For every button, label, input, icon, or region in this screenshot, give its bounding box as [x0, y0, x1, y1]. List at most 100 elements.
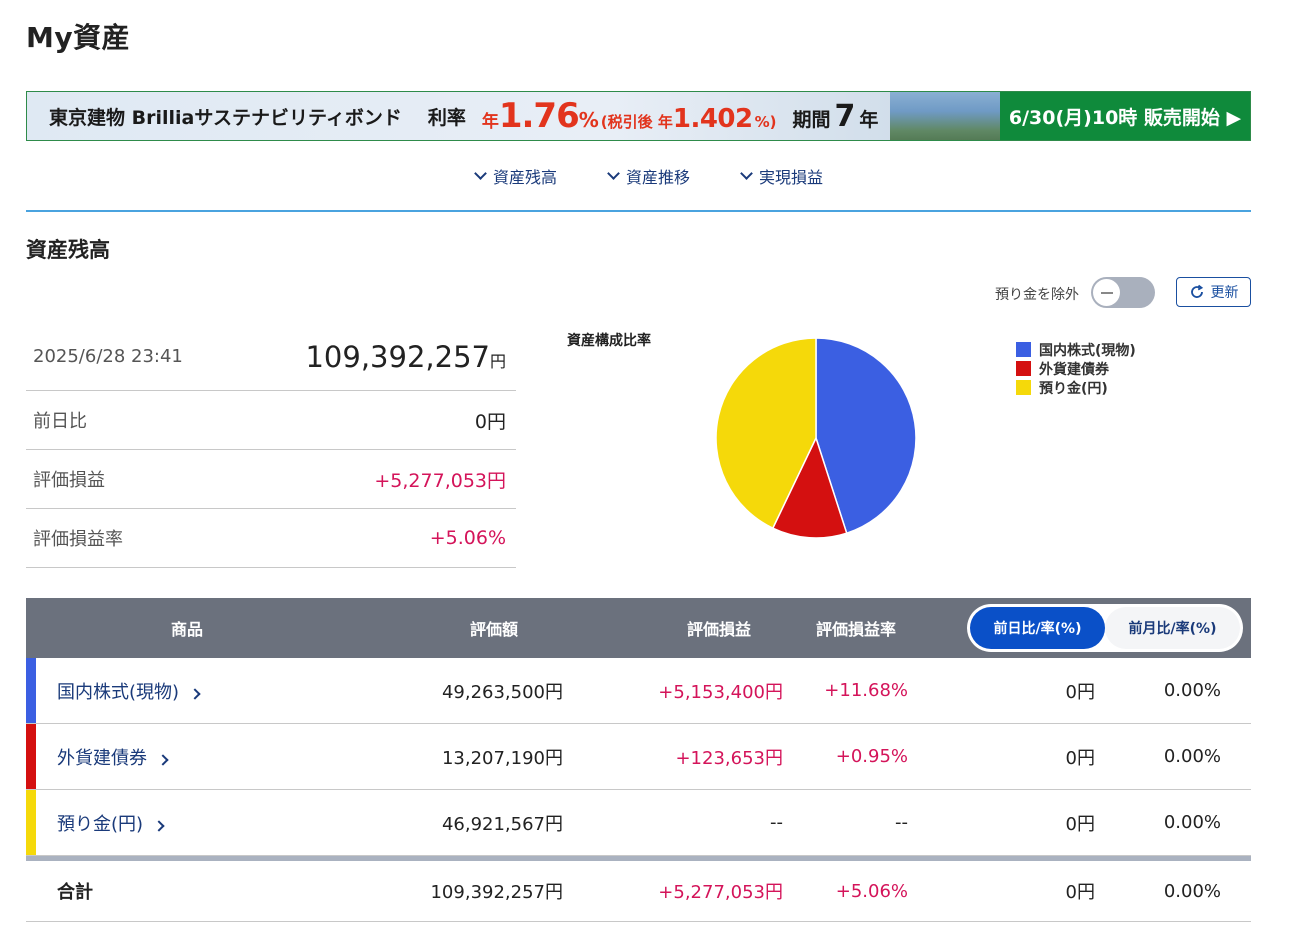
- row-pl: +123,653円: [675, 747, 783, 769]
- row-valuation: 46,921,567円: [441, 813, 563, 835]
- legend-item: 国内株式(現物): [1016, 340, 1136, 359]
- nav-link-trend[interactable]: 資産推移: [607, 158, 690, 194]
- row-change-rate: 0.00%: [1163, 680, 1221, 701]
- banner-main[interactable]: 東京建物 Brilliaサステナビリティボンド 利率 年 1.76 % (税引後…: [27, 92, 1000, 140]
- pie-chart: [715, 337, 917, 539]
- legend-swatch: [1016, 380, 1031, 395]
- total-pl-rate: +5.06%: [835, 880, 908, 902]
- row-valuation: 49,263,500円: [441, 681, 563, 703]
- toggle-knob: [1093, 279, 1120, 306]
- table-header: 商品 評価額 評価損益 評価損益率 前日比/率(%) 前月比/率(%): [26, 598, 1251, 658]
- header-valuation: 評価額: [470, 620, 519, 639]
- banner-term-unit: 年: [859, 108, 879, 131]
- legend-label: 外貨建債券: [1039, 361, 1109, 378]
- summary-row: 評価損益率 +5.06%: [26, 509, 516, 568]
- summary-total-unit: 円: [489, 351, 506, 371]
- legend-label: 預り金(円): [1039, 380, 1108, 397]
- legend-swatch: [1016, 342, 1031, 357]
- holdings-table: 商品 評価額 評価損益 評価損益率 前日比/率(%) 前月比/率(%) 国内株式…: [26, 598, 1251, 922]
- summary-label: 評価損益: [33, 470, 105, 491]
- table-row: 預り金(円) 46,921,567円 -- -- 0円 0.00%: [26, 790, 1251, 856]
- promo-banner[interactable]: 東京建物 Brilliaサステナビリティボンド 利率 年 1.76 % (税引後…: [26, 91, 1251, 141]
- row-product-name: 外貨建債券: [57, 747, 147, 769]
- row-color-bar: [26, 724, 36, 789]
- row-product-link[interactable]: 国内株式(現物): [57, 658, 201, 723]
- row-product-link[interactable]: 預り金(円): [57, 790, 165, 855]
- summary-value: +5,277,053円: [374, 469, 506, 492]
- summary-panel: 2025/6/28 23:41 109,392,257円 前日比 0円 評価損益…: [26, 323, 516, 568]
- legend-swatch: [1016, 361, 1031, 376]
- nav-link-label: 実現損益: [759, 168, 824, 187]
- chevron-right-icon: [157, 753, 169, 766]
- chevron-right-icon: [189, 687, 201, 700]
- summary-datetime: 2025/6/28 23:41: [33, 346, 183, 367]
- banner-brand: 東京建物 Brilliaサステナビリティボンド: [49, 106, 402, 129]
- row-color-bar: [26, 658, 36, 723]
- pie-legend: 国内株式(現物) 外貨建債券預り金(円): [1016, 340, 1136, 397]
- toggle-day-button[interactable]: 前日比/率(%): [970, 607, 1105, 649]
- row-valuation: 13,207,190円: [441, 747, 563, 769]
- legend-label: 国内株式(現物): [1039, 342, 1136, 359]
- header-product: 商品: [171, 620, 204, 639]
- summary-row: 前日比 0円: [26, 391, 516, 450]
- total-label: 合計: [57, 882, 93, 903]
- refresh-label: 更新: [1210, 284, 1239, 300]
- banner-rate-label: 利率: [427, 106, 466, 129]
- chevron-down-icon: [607, 167, 620, 180]
- row-product-name: 預り金(円): [57, 813, 144, 835]
- row-pl-rate: +11.68%: [824, 680, 908, 701]
- banner-term: 期間 7 年: [793, 99, 879, 134]
- summary-label: 評価損益率: [33, 529, 123, 550]
- row-color-bar: [26, 790, 36, 855]
- summary-total-row: 2025/6/28 23:41 109,392,257円: [26, 323, 516, 391]
- nav-link-realized[interactable]: 実現損益: [740, 158, 824, 194]
- summary-value: +5.06%: [429, 527, 506, 549]
- banner-rate-pct: %: [578, 107, 599, 132]
- row-pl-rate: --: [895, 812, 908, 833]
- page-title: My資産: [26, 21, 131, 54]
- chevron-down-icon: [474, 167, 487, 180]
- row-product-name: 国内株式(現物): [57, 681, 180, 703]
- header-pl-rate: 評価損益率: [816, 620, 897, 639]
- summary-row: 評価損益 +5,277,053円: [26, 450, 516, 509]
- exclude-deposit-label: 預り金を除外: [995, 287, 1079, 303]
- row-change-rate: 0.00%: [1163, 812, 1221, 833]
- section-title: 資産残高: [26, 238, 110, 262]
- total-valuation: 109,392,257円: [430, 882, 563, 903]
- refresh-button[interactable]: 更新: [1176, 277, 1251, 307]
- nav-link-label: 資産残高: [492, 168, 557, 187]
- row-product-link[interactable]: 外貨建債券: [57, 724, 169, 789]
- nav-link-label: 資産推移: [625, 168, 690, 187]
- banner-after-tax-close: %): [754, 112, 777, 131]
- summary-total-value: 109,392,257: [305, 339, 490, 374]
- banner-cta[interactable]: 6/30(月)10時 販売開始 ▶: [1000, 92, 1250, 140]
- total-change: 0円: [1065, 882, 1095, 903]
- banner-rate-value: 1.76: [498, 95, 580, 136]
- exclude-deposit-toggle[interactable]: [1091, 277, 1155, 308]
- banner-rate-prefix: 年: [481, 111, 499, 132]
- banner-term-value: 7: [834, 98, 856, 134]
- summary-label: 前日比: [33, 411, 87, 432]
- toggle-month-button[interactable]: 前月比/率(%): [1105, 607, 1240, 649]
- summary-total: 109,392,257円: [305, 340, 506, 374]
- row-pl: --: [770, 812, 783, 833]
- row-change: 0円: [1065, 681, 1095, 703]
- row-change: 0円: [1065, 747, 1095, 769]
- legend-item: 外貨建債券: [1016, 359, 1136, 378]
- anchor-nav: 資産残高 資産推移 実現損益: [26, 158, 1251, 212]
- chevron-down-icon: [740, 167, 753, 180]
- legend-item: 預り金(円): [1016, 378, 1136, 397]
- header-pl: 評価損益: [687, 620, 752, 639]
- table-row: 外貨建債券 13,207,190円 +123,653円 +0.95% 0円 0.…: [26, 724, 1251, 790]
- banner-after-tax-value: 1.402: [672, 103, 753, 134]
- row-change-rate: 0.00%: [1163, 746, 1221, 767]
- nav-link-balance[interactable]: 資産残高: [474, 158, 557, 194]
- period-toggle: 前日比/率(%) 前月比/率(%): [967, 604, 1243, 652]
- banner-rate: 年 1.76 % (税引後 年 1.402 %): [482, 99, 777, 134]
- total-pl: +5,277,053円: [658, 882, 783, 903]
- total-change-rate: 0.00%: [1163, 880, 1221, 902]
- row-change: 0円: [1065, 813, 1095, 835]
- row-pl: +5,153,400円: [658, 681, 783, 703]
- banner-after-tax-label: (税引後 年: [600, 112, 673, 131]
- summary-value: 0円: [474, 410, 506, 433]
